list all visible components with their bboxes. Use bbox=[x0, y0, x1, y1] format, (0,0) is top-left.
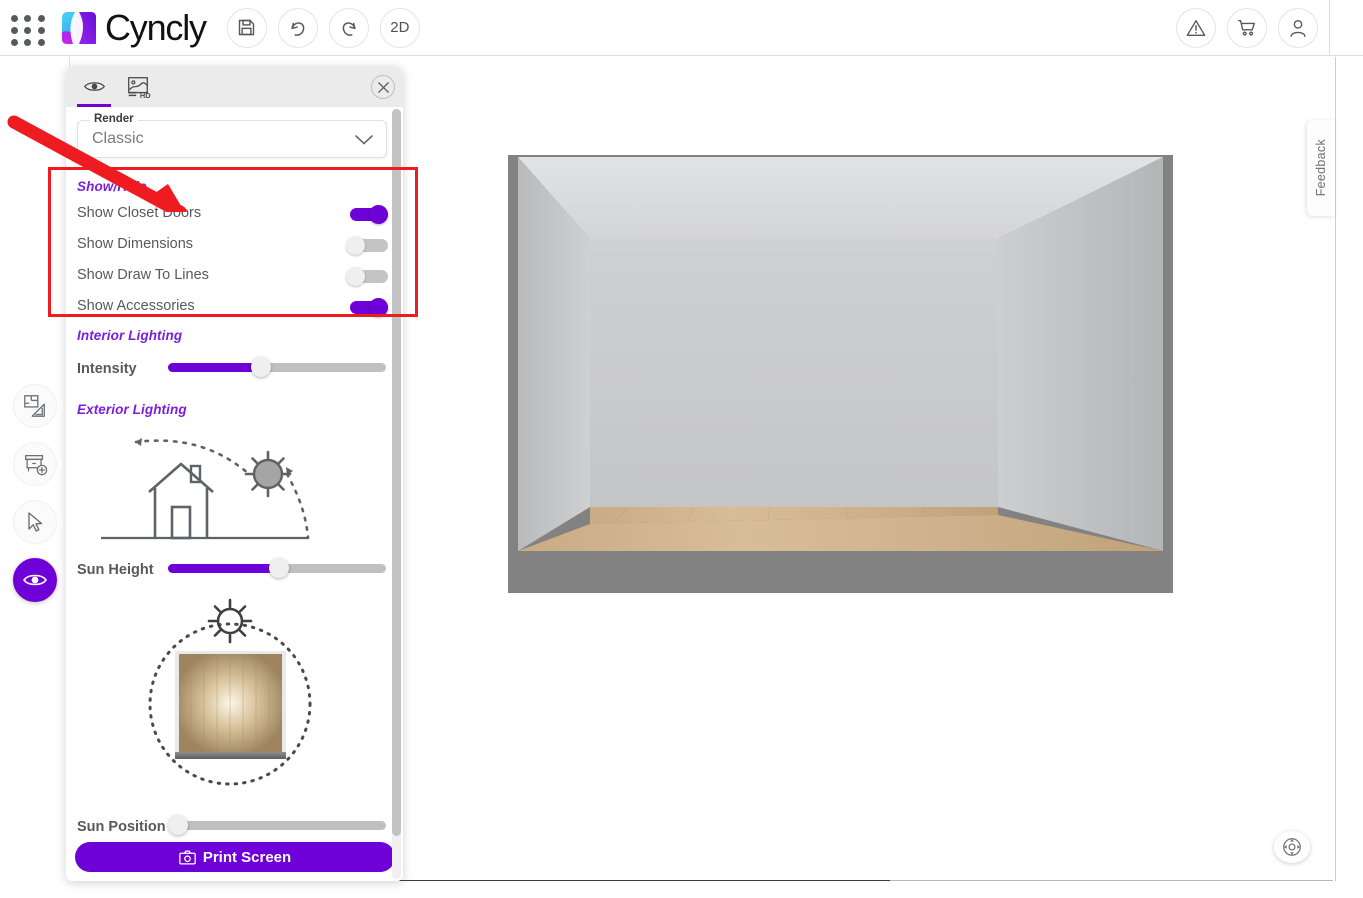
print-screen-button[interactable]: Print Screen bbox=[75, 842, 395, 872]
eye-icon bbox=[83, 82, 105, 91]
top-toolbar: Cyncly 2D bbox=[0, 0, 1363, 56]
sun-height-fill bbox=[168, 564, 279, 573]
row-label: Show Accessories bbox=[77, 298, 195, 314]
toggle-show-accessories[interactable] bbox=[346, 298, 388, 317]
sun-position-slider[interactable] bbox=[168, 815, 386, 835]
four-arrows-icon bbox=[1283, 838, 1301, 856]
brand-name: Cyncly bbox=[105, 6, 207, 48]
topbar-divider bbox=[1329, 0, 1330, 56]
intensity-label: Intensity bbox=[77, 361, 137, 377]
undo-arrow-icon bbox=[291, 21, 305, 36]
cabinet-add-icon bbox=[25, 454, 48, 476]
waffle-grid-icon[interactable] bbox=[11, 14, 45, 46]
close-icon[interactable] bbox=[371, 75, 395, 99]
row-show-closet-doors[interactable]: Show Closet Doors bbox=[77, 199, 388, 230]
cursor-arrow-icon bbox=[28, 512, 43, 532]
row-label: Show Closet Doors bbox=[77, 205, 202, 221]
panel-body: Render Classic Show/Hide Show Closet Doo… bbox=[66, 107, 403, 881]
undo-button[interactable] bbox=[277, 7, 318, 48]
row-show-draw-to-lines[interactable]: Show Draw To Lines bbox=[77, 261, 388, 292]
sidebar-item-view[interactable] bbox=[13, 558, 57, 602]
right-panel-edge bbox=[1335, 57, 1336, 881]
house-sun-arc-icon[interactable] bbox=[101, 422, 371, 552]
row-show-accessories[interactable]: Show Accessories bbox=[77, 292, 388, 323]
svg-text:HD: HD bbox=[140, 91, 151, 100]
room-geometry bbox=[518, 157, 1163, 551]
tab-view-settings[interactable] bbox=[74, 66, 114, 107]
sun-height-knob[interactable] bbox=[268, 558, 289, 578]
sun-position-label: Sun Position bbox=[77, 819, 166, 835]
section-title-exterior-lighting: Exterior Lighting bbox=[77, 402, 187, 417]
alerts-button[interactable] bbox=[1176, 8, 1216, 48]
row-show-dimensions[interactable]: Show Dimensions bbox=[77, 230, 388, 261]
room-interior bbox=[518, 155, 1163, 565]
user-avatar-icon bbox=[1290, 19, 1306, 37]
tab-hd-render[interactable]: HD bbox=[118, 66, 158, 107]
view-mode-label: 2D bbox=[390, 19, 410, 36]
toggle-show-closet-doors[interactable] bbox=[346, 205, 388, 224]
viewport-bottom-divider-light bbox=[890, 880, 1333, 881]
sun-orbit-room-icon[interactable] bbox=[146, 592, 326, 807]
sidebar-item-floorplan[interactable] bbox=[13, 384, 57, 428]
view-mode-button[interactable]: 2D bbox=[379, 7, 420, 48]
print-screen-label: Print Screen bbox=[202, 848, 292, 866]
chevron-down-icon bbox=[355, 135, 373, 145]
redo-button[interactable] bbox=[328, 7, 369, 48]
intensity-fill bbox=[168, 363, 262, 372]
eye-icon bbox=[23, 574, 47, 586]
pan-navigate-widget[interactable] bbox=[1274, 831, 1310, 863]
floppy-disk-icon bbox=[239, 19, 255, 36]
floorplan-ruler-icon bbox=[24, 395, 45, 417]
toolbar-actions: 2D bbox=[226, 7, 420, 48]
left-sidebar bbox=[0, 57, 70, 881]
sun-height-slider[interactable] bbox=[168, 558, 386, 578]
app-root: Cyncly 2D Feedback HD Render Classic Sho… bbox=[0, 0, 1363, 898]
toggle-show-draw-to-lines[interactable] bbox=[346, 267, 388, 286]
panel-header: HD bbox=[66, 66, 403, 107]
sun-height-label: Sun Height bbox=[77, 562, 154, 578]
shopping-cart-icon bbox=[1238, 19, 1256, 36]
topbar-right-actions bbox=[1176, 8, 1318, 48]
sidebar-item-add-cabinet[interactable] bbox=[13, 442, 57, 486]
sidebar-item-select[interactable] bbox=[13, 500, 57, 544]
account-button[interactable] bbox=[1278, 8, 1318, 48]
brand-logo[interactable]: Cyncly bbox=[59, 6, 207, 48]
panel-scrollbar-thumb[interactable] bbox=[392, 109, 401, 836]
hd-image-icon: HD bbox=[128, 76, 151, 100]
sun-position-knob[interactable] bbox=[168, 815, 188, 835]
row-label: Show Draw To Lines bbox=[77, 267, 209, 283]
cyncly-logo-icon bbox=[62, 11, 96, 44]
section-title-show-hide: Show/Hide bbox=[77, 179, 147, 194]
cart-button[interactable] bbox=[1227, 8, 1267, 48]
section-title-interior-lighting: Interior Lighting bbox=[77, 328, 183, 343]
feedback-label: Feedback bbox=[1314, 139, 1328, 197]
row-label: Show Dimensions bbox=[77, 236, 194, 252]
intensity-slider[interactable] bbox=[168, 357, 386, 377]
feedback-tab[interactable]: Feedback bbox=[1307, 120, 1335, 216]
render-select[interactable]: Render Classic bbox=[77, 113, 387, 158]
redo-arrow-icon bbox=[342, 21, 356, 36]
room-render bbox=[508, 155, 1173, 593]
render-label: Render bbox=[90, 113, 138, 125]
warning-triangle-icon bbox=[1186, 19, 1206, 37]
view-settings-panel: HD Render Classic Show/Hide Show Closet … bbox=[66, 66, 403, 881]
save-button[interactable] bbox=[226, 7, 267, 48]
toggle-show-dimensions[interactable] bbox=[346, 236, 388, 255]
render-value: Classic bbox=[92, 130, 144, 147]
intensity-knob[interactable] bbox=[251, 357, 272, 377]
camera-icon bbox=[179, 849, 196, 865]
